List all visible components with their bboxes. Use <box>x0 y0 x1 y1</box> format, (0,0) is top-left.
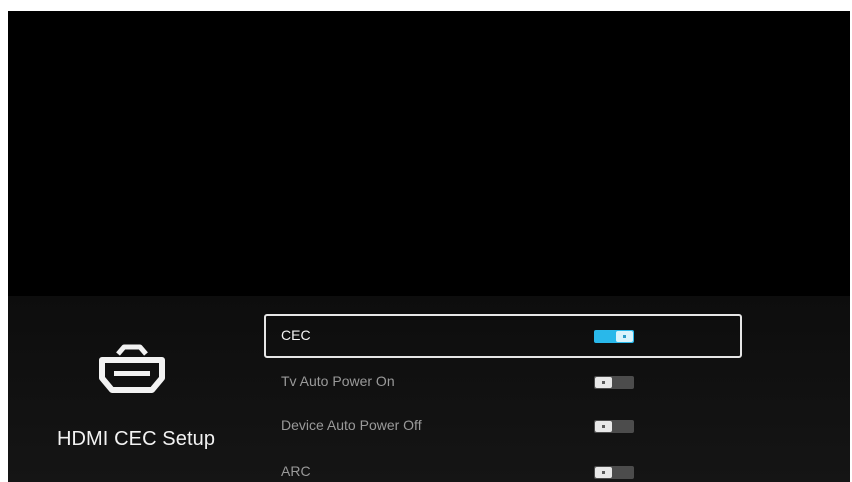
arc-toggle[interactable] <box>594 466 634 479</box>
setting-row-arc[interactable]: ARC <box>264 450 742 482</box>
device-auto-power-off-toggle[interactable] <box>594 420 634 433</box>
settings-panel: HDMI CEC Setup CEC Tv Auto Power On Devi… <box>8 296 850 482</box>
setting-label-tv-auto-power-on: Tv Auto Power On <box>281 373 395 389</box>
setting-row-cec[interactable]: CEC <box>264 314 742 358</box>
section-title: HDMI CEC Setup <box>56 428 216 450</box>
setting-label-cec: CEC <box>281 327 311 343</box>
setting-label-arc: ARC <box>281 463 311 479</box>
setting-label-device-auto-power-off: Device Auto Power Off <box>281 417 422 433</box>
toggle-knob <box>595 467 612 478</box>
tv-auto-power-on-toggle[interactable] <box>594 376 634 389</box>
toggle-knob <box>616 331 633 342</box>
tv-screen: HDMI CEC Setup CEC Tv Auto Power On Devi… <box>8 11 850 482</box>
setting-row-device-auto-power-off[interactable]: Device Auto Power Off <box>264 404 742 448</box>
cec-toggle[interactable] <box>594 330 634 343</box>
category-header: HDMI CEC Setup <box>8 296 264 482</box>
hdmi-port-icon <box>99 344 165 393</box>
settings-list: CEC Tv Auto Power On Device Auto Power O… <box>264 314 742 482</box>
setting-row-tv-auto-power-on[interactable]: Tv Auto Power On <box>264 360 742 404</box>
toggle-knob <box>595 377 612 388</box>
toggle-knob <box>595 421 612 432</box>
